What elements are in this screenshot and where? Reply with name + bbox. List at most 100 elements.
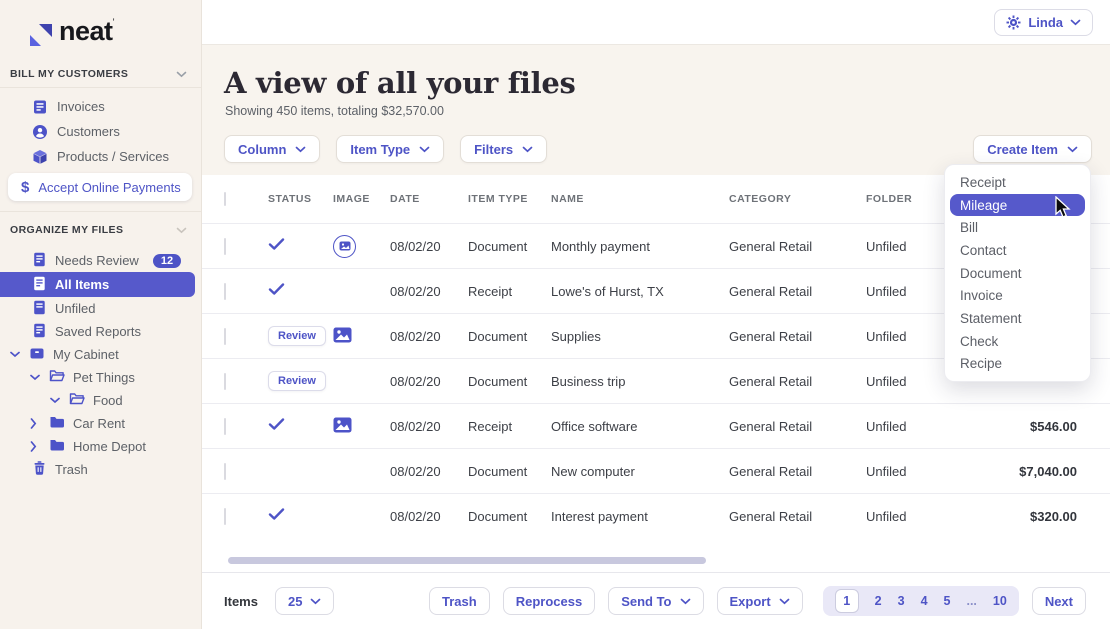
menu-item-contact[interactable]: Contact	[945, 239, 1090, 262]
row-checkbox[interactable]	[224, 238, 226, 255]
sidebar-item-label: Needs Review	[55, 253, 139, 268]
item-type-dropdown-button[interactable]: Item Type	[336, 135, 444, 163]
menu-item-invoice[interactable]: Invoice	[945, 284, 1090, 307]
chevron-down-icon[interactable]	[30, 374, 41, 381]
next-page-button[interactable]: Next	[1032, 587, 1086, 615]
menu-item-recipe[interactable]: Recipe	[945, 353, 1090, 376]
page-button-10[interactable]: 10	[993, 594, 1007, 608]
cell-amount: $546.00	[986, 419, 1077, 434]
page-subtitle: Showing 450 items, totaling $32,570.00	[202, 102, 1110, 118]
reprocess-button[interactable]: Reprocess	[503, 587, 595, 615]
table-row[interactable]: 08/02/20 Document Interest payment Gener…	[202, 493, 1110, 538]
menu-item-check[interactable]: Check	[945, 330, 1090, 353]
page-size-dropdown[interactable]: 25	[275, 587, 334, 615]
cell-date: 08/02/20	[390, 464, 468, 479]
export-dropdown-button[interactable]: Export	[717, 587, 803, 615]
items-per-page-label: Items	[224, 594, 258, 609]
sidebar-item-saved-reports[interactable]: Saved Reports	[0, 320, 201, 343]
send-to-dropdown-button[interactable]: Send To	[608, 587, 703, 615]
chevron-down-icon	[295, 146, 306, 153]
sidebar-item-label: Food	[93, 393, 123, 408]
products-icon	[32, 149, 48, 165]
page-button-3[interactable]: 3	[898, 594, 905, 608]
sidebar-item-products-services[interactable]: Products / Services	[0, 144, 201, 169]
chevron-down-icon[interactable]	[50, 397, 61, 404]
cell-category: General Retail	[729, 374, 866, 389]
sidebar-item-customers[interactable]: Customers	[0, 119, 201, 144]
page-button-4[interactable]: 4	[921, 594, 928, 608]
checkmark-icon	[268, 508, 285, 521]
column-header-name: NAME	[551, 193, 729, 205]
button-label: Filters	[474, 142, 513, 157]
select-all-checkbox[interactable]	[224, 192, 226, 206]
filters-dropdown-button[interactable]: Filters	[460, 135, 547, 163]
sidebar-item-my-cabinet[interactable]: My Cabinet	[0, 343, 201, 366]
row-checkbox[interactable]	[224, 283, 226, 300]
column-header-item-type: ITEM TYPE	[468, 193, 551, 205]
sidebar-item-car-rent[interactable]: Car Rent	[0, 412, 201, 435]
sidebar-item-label: Accept Online Payments	[38, 180, 180, 195]
sidebar-item-unfiled[interactable]: Unfiled	[0, 297, 201, 320]
trash-button[interactable]: Trash	[429, 587, 490, 615]
checkmark-icon	[268, 238, 285, 251]
chevron-right-icon[interactable]	[30, 441, 41, 452]
sidebar-item-invoices[interactable]: Invoices	[0, 94, 201, 119]
cabinet-icon	[29, 345, 45, 364]
document-icon	[32, 323, 47, 341]
sidebar-item-all-items[interactable]: All Items	[0, 272, 195, 297]
row-checkbox[interactable]	[224, 328, 226, 345]
sidebar-item-accept-online-payments[interactable]: $ Accept Online Payments	[8, 173, 192, 201]
row-checkbox[interactable]	[224, 373, 226, 390]
cell-category: General Retail	[729, 329, 866, 344]
sidebar-item-trash[interactable]: Trash	[0, 458, 201, 481]
sidebar-item-label: Trash	[55, 462, 88, 477]
section-organize-my-files[interactable]: ORGANIZE MY FILES	[0, 211, 201, 243]
button-label: Send To	[621, 594, 671, 609]
chevron-right-icon[interactable]	[30, 418, 41, 429]
document-icon	[32, 252, 47, 270]
menu-item-mileage[interactable]: Mileage	[950, 194, 1085, 217]
page-button-2[interactable]: 2	[875, 594, 882, 608]
sidebar-item-label: Invoices	[57, 99, 105, 114]
cell-date: 08/02/20	[390, 509, 468, 524]
sidebar-item-home-depot[interactable]: Home Depot	[0, 435, 201, 458]
review-status-badge[interactable]: Review	[268, 326, 326, 346]
chevron-down-icon[interactable]	[10, 351, 21, 358]
create-item-button[interactable]: Create Item	[973, 135, 1092, 163]
cell-folder: Unfiled	[866, 464, 986, 479]
cell-name: Monthly payment	[551, 239, 729, 254]
sidebar-item-pet-things[interactable]: Pet Things	[0, 366, 201, 389]
page-button-5[interactable]: 5	[944, 594, 951, 608]
menu-item-receipt[interactable]: Receipt	[945, 171, 1090, 194]
table-row[interactable]: 08/02/20 Receipt Office software General…	[202, 403, 1110, 448]
document-icon	[32, 300, 47, 318]
row-checkbox[interactable]	[224, 418, 226, 435]
cell-name: New computer	[551, 464, 729, 479]
cell-date: 08/02/20	[390, 239, 468, 254]
review-status-badge[interactable]: Review	[268, 371, 326, 391]
page-button-1[interactable]: 1	[835, 589, 859, 613]
cell-amount: $7,040.00	[986, 464, 1077, 479]
sidebar-item-label: Home Depot	[73, 439, 146, 454]
image-square-icon[interactable]	[333, 417, 352, 433]
table-row[interactable]: 08/02/20 Document New computer General R…	[202, 448, 1110, 493]
sidebar-item-food[interactable]: Food	[0, 389, 201, 412]
menu-item-document[interactable]: Document	[945, 262, 1090, 285]
row-checkbox[interactable]	[224, 508, 226, 525]
user-menu-button[interactable]: Linda	[994, 9, 1093, 36]
image-circle-icon[interactable]	[333, 235, 356, 258]
horizontal-scrollbar[interactable]	[228, 557, 706, 564]
sidebar-item-needs-review[interactable]: Needs Review 12	[0, 249, 201, 272]
section-bill-my-customers[interactable]: BILL MY CUSTOMERS	[0, 60, 201, 88]
menu-item-bill[interactable]: Bill	[945, 216, 1090, 239]
image-square-icon[interactable]	[333, 327, 352, 343]
cell-name: Interest payment	[551, 509, 729, 524]
neat-logo[interactable]: neatʼ	[0, 10, 201, 60]
column-dropdown-button[interactable]: Column	[224, 135, 320, 163]
row-checkbox[interactable]	[224, 463, 226, 480]
cell-name: Lowe's of Hurst, TX	[551, 284, 729, 299]
chevron-down-icon	[176, 227, 187, 234]
menu-item-statement[interactable]: Statement	[945, 307, 1090, 330]
sidebar-item-label: Pet Things	[73, 370, 135, 385]
button-label: Item Type	[350, 142, 410, 157]
